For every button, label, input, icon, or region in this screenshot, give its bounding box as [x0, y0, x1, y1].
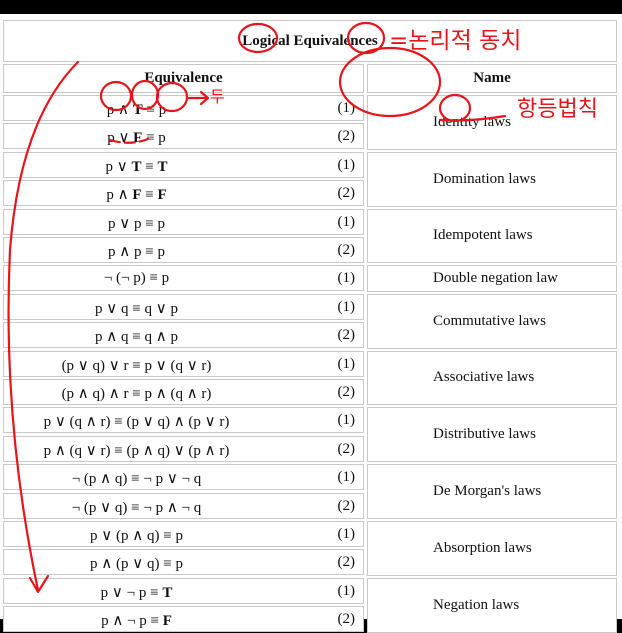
row-number: (1): [337, 526, 356, 542]
table-row: ¬ (p ∧ q) ≡ ¬ p ∨ ¬ q (1): [3, 464, 364, 490]
law-name-cell: Negation laws: [367, 578, 617, 633]
row-number: (1): [337, 214, 356, 230]
row-number: (2): [337, 441, 356, 457]
equivalence-column-header: Equivalence: [3, 64, 364, 93]
law-name: De Morgan's laws: [433, 482, 542, 499]
row-number: (1): [337, 412, 356, 428]
law-name-cell: Distributive laws: [367, 407, 617, 462]
row-number: (2): [337, 242, 356, 258]
law-name: Distributive laws: [433, 425, 536, 442]
equivalence-text: ¬ (p ∧ q) ≡ ¬ p ∨ ¬ q: [71, 471, 202, 487]
table-row: (p ∨ q) ∨ r ≡ p ∨ (q ∨ r) (1): [3, 351, 364, 377]
equivalence-text: p ∧ ¬ p ≡ F: [101, 613, 172, 629]
row-number: (2): [337, 611, 356, 627]
law-name-cell: Idempotent laws: [367, 209, 617, 263]
table-row: p ∨ T ≡ T (1): [3, 152, 364, 178]
row-number: (2): [337, 327, 356, 343]
equivalence-text: p ∧ (p ∨ q) ≡ p: [90, 556, 183, 572]
table-row: p ∨ (p ∧ q) ≡ p (1): [3, 521, 364, 547]
law-name-cell: Commutative laws: [367, 294, 617, 349]
law-name: Idempotent laws: [433, 227, 533, 243]
row-number: (1): [337, 157, 356, 173]
law-name: Associative laws: [433, 369, 535, 385]
law-name-cell: Absorption laws: [367, 521, 617, 576]
equivalence-text: p ∨ (p ∧ q) ≡ p: [90, 528, 183, 544]
table-row: p ∧ T ≡ p (1): [3, 95, 364, 121]
table-row: (p ∧ q) ∧ r ≡ p ∧ (q ∧ r) (2): [3, 379, 364, 405]
table-row: p ∧ (p ∨ q) ≡ p (2): [3, 549, 364, 575]
row-number: (2): [337, 498, 356, 514]
table-row: p ∨ ¬ p ≡ T (1): [3, 578, 364, 604]
table-row: p ∨ p ≡ p (1): [3, 209, 364, 235]
table-row: p ∨ (q ∧ r) ≡ (p ∨ q) ∧ (p ∨ r) (1): [3, 407, 364, 433]
equivalence-text: p ∧ q ≡ q ∧ p: [95, 329, 178, 345]
law-name: Domination laws: [433, 170, 536, 187]
law-name: Negation laws: [433, 596, 520, 613]
equivalence-text: (p ∨ q) ∨ r ≡ p ∨ (q ∨ r): [61, 358, 212, 374]
table-row: p ∧ ¬ p ≡ F (2): [3, 606, 364, 632]
law-name: Double negation law: [433, 269, 558, 286]
equivalence-text: ¬ (p ∨ q) ≡ ¬ p ∧ ¬ q: [71, 500, 202, 516]
law-name: Commutative laws: [433, 312, 546, 329]
table-row: p ∧ F ≡ F (2): [3, 180, 364, 206]
equivalence-text: p ∨ p ≡ p: [108, 216, 165, 232]
equivalence-text: p ∧ F ≡ F: [106, 187, 167, 203]
equivalence-text: p ∨ F ≡ p: [107, 130, 166, 146]
table-row: p ∧ (q ∨ r) ≡ (p ∧ q) ∨ (p ∧ r) (2): [3, 436, 364, 462]
row-number: (1): [337, 100, 356, 116]
equivalence-text: (p ∧ q) ∧ r ≡ p ∧ (q ∧ r): [61, 386, 212, 402]
equivalence-text: p ∧ p ≡ p: [108, 244, 165, 260]
table-row: ¬ (¬ p) ≡ p (1): [3, 265, 364, 291]
table-row: p ∨ F ≡ p (2): [3, 123, 364, 149]
equivalence-text: p ∨ T ≡ T: [105, 159, 168, 175]
law-name-cell: Domination laws: [367, 152, 617, 207]
law-name: Identity laws: [433, 113, 511, 130]
table-row: ¬ (p ∨ q) ≡ ¬ p ∧ ¬ q (2): [3, 493, 364, 519]
row-number: (1): [337, 356, 356, 372]
row-number: (2): [337, 128, 356, 144]
row-number: (1): [337, 583, 356, 599]
table-title: Logical Equivalences: [3, 20, 617, 62]
row-number: (2): [337, 185, 356, 201]
law-name: Absorption laws: [433, 539, 532, 556]
equivalence-text: p ∧ T ≡ p: [106, 102, 167, 118]
row-number: (1): [337, 299, 356, 315]
row-number: (1): [337, 270, 356, 286]
document-page: Logical Equivalences Equivalence Name p …: [0, 14, 622, 633]
equivalence-text: p ∨ (q ∧ r) ≡ (p ∨ q) ∧ (p ∨ r): [43, 414, 230, 430]
table-row: p ∧ q ≡ q ∧ p (2): [3, 322, 364, 348]
table-row: p ∨ q ≡ q ∨ p (1): [3, 294, 364, 320]
law-name-cell: Double negation law: [367, 265, 617, 292]
table-row: p ∧ p ≡ p (2): [3, 237, 364, 263]
equivalence-text: p ∨ ¬ p ≡ T: [100, 585, 173, 601]
law-name-cell: Associative laws: [367, 351, 617, 405]
row-number: (2): [337, 384, 356, 400]
law-name-cell: De Morgan's laws: [367, 464, 617, 519]
name-column-header: Name: [367, 64, 617, 93]
row-number: (1): [337, 469, 356, 485]
equivalence-text: ¬ (¬ p) ≡ p: [103, 270, 170, 286]
equivalence-text: p ∨ q ≡ q ∨ p: [95, 301, 178, 317]
equivalence-text: p ∧ (q ∨ r) ≡ (p ∧ q) ∨ (p ∧ r): [43, 443, 230, 459]
law-name-cell: Identity laws: [367, 95, 617, 150]
row-number: (2): [337, 554, 356, 570]
